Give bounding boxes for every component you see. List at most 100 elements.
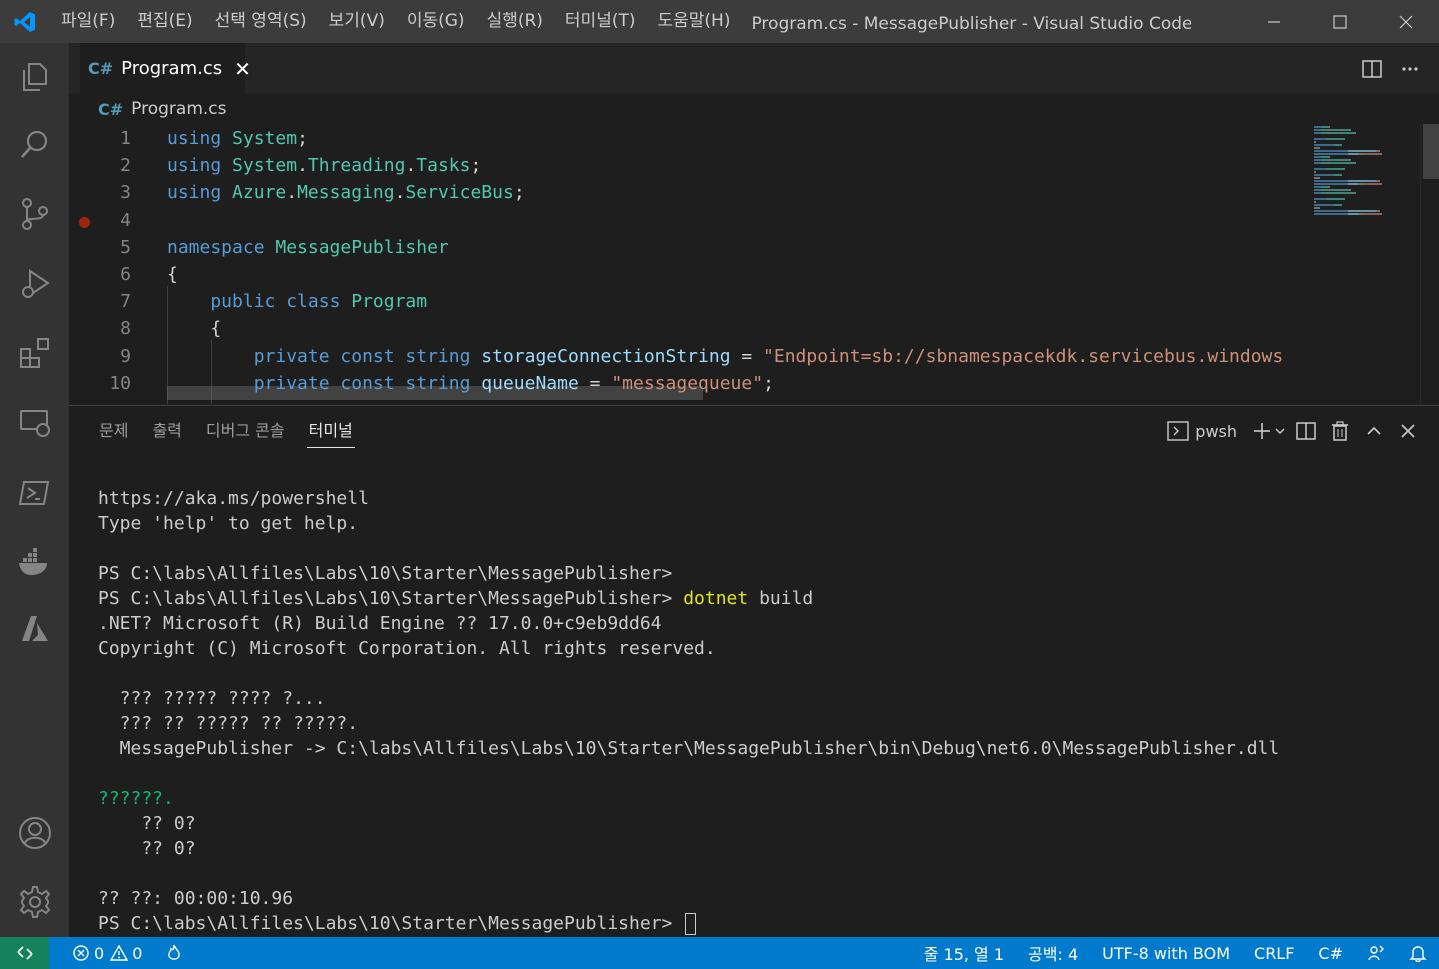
problems-indicator[interactable]: 0 0 [60,944,154,963]
minimap[interactable] [1306,124,1420,404]
code-token: { [167,264,178,285]
menu-item[interactable]: 파일(F) [50,0,126,43]
code-line[interactable]: 8 { [69,315,1306,342]
chevron-down-icon[interactable] [1271,416,1289,446]
maximize-button[interactable] [1307,0,1373,43]
more-actions-icon[interactable] [1391,54,1429,84]
scrollbar-thumb[interactable] [1423,124,1439,179]
language-mode[interactable]: C# [1306,944,1355,963]
minimap-line [1333,180,1340,182]
code-line[interactable]: 2 using System.Threading.Tasks; [69,152,1306,179]
powershell-icon[interactable] [0,463,69,523]
minimap-line [1380,213,1382,215]
code-line[interactable]: 10 private const string queueName = "mes… [69,370,1306,397]
minimize-button[interactable] [1241,0,1307,43]
cursor-position[interactable]: 줄 15, 열 1 [912,941,1016,965]
shell-label[interactable]: pwsh [1195,422,1237,441]
vertical-scrollbar[interactable] [1420,124,1439,404]
panel-tab[interactable]: 문제 [99,406,128,456]
minimap-line [1330,129,1341,131]
code-line[interactable]: 7 public class Program [69,288,1306,315]
menu-item[interactable]: 보기(V) [318,0,396,43]
minimap-line [1326,198,1345,200]
panel-tab[interactable]: 터미널 [306,406,355,456]
menu-item[interactable]: 편집(E) [126,0,203,43]
minimap-line [1314,153,1333,155]
source-control-icon[interactable] [0,184,69,244]
settings-gear-icon[interactable] [0,872,69,932]
code-token: namespace [167,236,276,258]
code-line[interactable]: 1 using System; [69,125,1306,152]
code-token: ; [297,128,308,149]
terminal-line: Type 'help' to get help. [98,511,1279,536]
minimap-line [1376,210,1380,212]
accounts-icon[interactable] [0,803,69,863]
code-line[interactable]: 5 namespace MessagePublisher [69,234,1306,261]
code-token: "Endpoint=sb://sbnamespacekdk.servicebus… [763,345,1284,367]
docker-icon[interactable] [0,532,69,592]
minimap-line [1314,171,1316,173]
terminal-line: ?? 0? [98,836,1279,861]
feedback-icon[interactable] [1355,944,1397,962]
terminal-shell-icon[interactable] [1161,416,1195,446]
menu-item[interactable]: 선택 영역(S) [204,0,318,43]
panel-tab[interactable]: 디버그 콘솔 [206,406,285,456]
menu-item[interactable]: 실행(R) [476,0,554,43]
notifications-bell-icon[interactable] [1397,944,1439,962]
chevron-up-icon[interactable] [1357,416,1391,446]
breadcrumb[interactable]: C# Program.cs [69,94,1439,124]
minimap-line [1327,174,1334,176]
line-number: 10 [109,372,131,394]
menu-item[interactable]: 도움말(H) [647,0,742,43]
split-terminal-icon[interactable] [1289,416,1323,446]
search-icon[interactable] [0,115,69,175]
file-encoding[interactable]: UTF-8 with BOM [1090,944,1242,963]
indentation[interactable]: 공백: 4 [1016,941,1090,965]
minimap-line [1349,159,1351,161]
trash-icon[interactable] [1323,416,1357,446]
line-number: 4 [120,209,131,231]
minimap-line [1340,153,1348,155]
run-debug-icon[interactable] [0,254,69,314]
close-window-button[interactable] [1373,0,1439,43]
explorer-icon[interactable] [0,47,69,107]
code-token: queueName [481,372,579,394]
code-editor[interactable]: 1 using System; 2 using System.Threading.Ta… [69,124,1306,404]
code-token: using [167,182,233,204]
close-tab-icon[interactable]: ✕ [234,57,251,81]
code-token: . [405,155,417,177]
flame-icon[interactable] [154,944,194,962]
code-line[interactable]: 9 private const string storageConnection… [69,343,1306,370]
extensions-icon[interactable] [0,323,69,383]
line-number: 2 [120,155,131,177]
code-token: storageConnectionString [481,345,731,367]
terminal-line: ??? ?? ????? ?? ?????. [98,711,1279,736]
remote-explorer-icon[interactable] [0,393,69,453]
panel-tab[interactable]: 출력 [152,406,181,456]
panel-tabs: 문제 출력 디버그 콘솔 터미널 [87,406,365,456]
end-of-line[interactable]: CRLF [1242,944,1306,963]
code-line[interactable]: 4 [69,207,1306,234]
minimap-line [1349,129,1351,131]
line-code: namespace MessagePublisher [167,234,449,261]
terminal-text: MessagePublisher -> C:\labs\Allfiles\Lab… [98,738,1280,759]
code-line[interactable]: 6{ [69,261,1306,288]
menu-item[interactable]: 터미널(T) [554,0,647,43]
menu-item[interactable]: 이동(G) [396,0,476,43]
code-token: public [167,291,287,313]
minimap-line [1314,198,1326,200]
azure-icon[interactable] [0,600,69,660]
minimap-line [1314,201,1316,203]
split-editor-icon[interactable] [1353,54,1391,84]
code-token: System [232,128,298,149]
remote-indicator-icon[interactable] [0,937,49,969]
minimap-line [1327,204,1334,206]
code-line[interactable]: 3 using Azure.Messaging.ServiceBus; [69,179,1306,206]
close-panel-icon[interactable] [1391,416,1425,446]
terminal-text: Type 'help' to get help. [98,513,359,534]
terminal-output[interactable]: https://aka.ms/powershell Type 'help' to … [98,486,1279,936]
minimap-line [1348,150,1376,152]
minimap-line [1321,126,1328,128]
tab-program-cs[interactable]: C# Program.cs ✕ [80,43,251,94]
